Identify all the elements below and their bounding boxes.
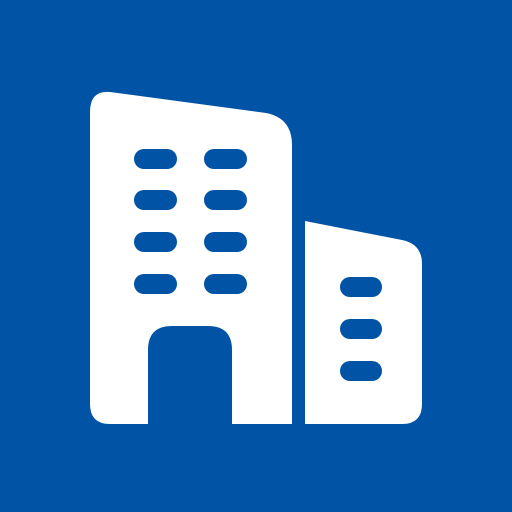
- window: [134, 232, 177, 252]
- window: [340, 361, 382, 381]
- office-building-icon: [90, 91, 422, 425]
- window: [204, 232, 247, 252]
- window: [340, 319, 382, 339]
- window: [134, 149, 177, 169]
- tall-building-shape: [90, 91, 292, 425]
- window: [204, 274, 247, 294]
- small-building-windows: [340, 277, 382, 381]
- window: [134, 190, 177, 210]
- window: [204, 190, 247, 210]
- window: [204, 149, 247, 169]
- window: [340, 277, 382, 297]
- app-icon-tile: [0, 0, 512, 512]
- window: [134, 274, 177, 294]
